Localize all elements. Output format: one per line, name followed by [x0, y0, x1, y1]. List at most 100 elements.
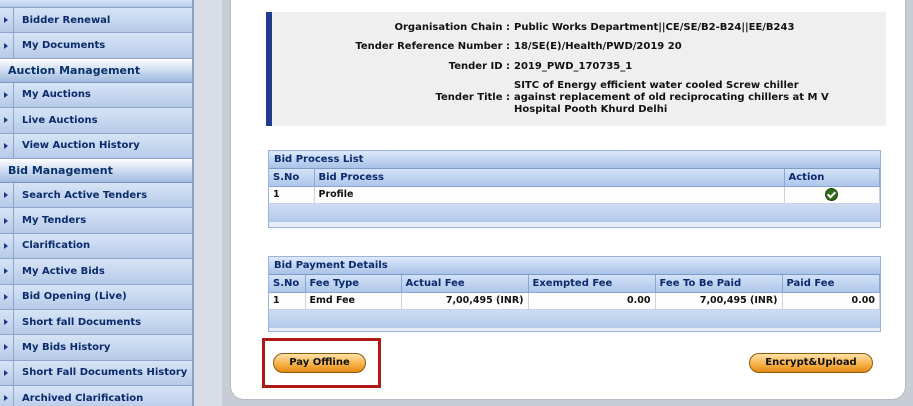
- sidebar-item-label: My Active Bids: [22, 265, 105, 277]
- cell-action: [784, 186, 880, 204]
- tender-title-row: Tender Title : SITC of Energy efficient …: [272, 80, 886, 116]
- sidebar-item-my-documents[interactable]: My Documents: [0, 33, 192, 59]
- bid-payment-details: Bid Payment Details S.No Fee Type Actual…: [268, 256, 881, 332]
- cell-actual-fee: 7,00,495 (INR): [401, 292, 529, 310]
- sidebar-item-my-active-bids[interactable]: My Active Bids: [0, 259, 192, 285]
- tender-id-row: Tender ID : 2019_PWD_170735_1: [272, 61, 886, 73]
- sidebar-divider: [13, 208, 14, 233]
- org-chain-value: Public Works Department||CE/SE/B2-B24||E…: [514, 22, 795, 33]
- bid-process-title: Bid Process List: [269, 151, 880, 169]
- arrow-icon: [4, 319, 8, 326]
- col-exempted-fee: Exempted Fee: [528, 275, 656, 293]
- arrow-icon: [4, 217, 8, 224]
- tender-info-box: Organisation Chain : Public Works Depart…: [266, 12, 886, 126]
- sidebar-item-label: Live Auctions: [22, 114, 98, 126]
- auction-management-header[interactable]: Auction Management: [0, 58, 192, 83]
- bid-process-list: Bid Process List S.No Bid Process Action…: [268, 150, 881, 228]
- check-circle-icon[interactable]: [825, 188, 839, 201]
- col-action: Action: [784, 169, 880, 187]
- sidebar-item-label: My Documents: [22, 40, 106, 52]
- tender-title-label: Tender Title :: [435, 92, 510, 103]
- cell-paid-fee: 0.00: [782, 292, 880, 310]
- table-header-row: S.No Fee Type Actual Fee Exempted Fee Fe…: [269, 275, 880, 293]
- org-chain-row: Organisation Chain : Public Works Depart…: [272, 22, 886, 34]
- sidebar-top-edge: [0, 0, 192, 8]
- arrow-icon: [4, 395, 8, 402]
- sidebar-divider: [13, 335, 14, 360]
- content-panel: Organisation Chain : Public Works Depart…: [230, 0, 906, 400]
- cell-exempted-fee: 0.00: [528, 292, 656, 310]
- col-sno: S.No: [269, 169, 315, 187]
- sidebar-divider: [13, 233, 14, 259]
- bid-payment-table: S.No Fee Type Actual Fee Exempted Fee Fe…: [269, 275, 880, 310]
- sidebar-divider: [13, 133, 14, 158]
- sidebar-divider: [13, 284, 14, 309]
- tender-id-label: Tender ID :: [448, 61, 510, 72]
- sidebar-item-label: Archived Clarification: [22, 392, 144, 404]
- arrow-icon: [4, 42, 8, 49]
- sidebar-item-live-auctions[interactable]: Live Auctions: [0, 108, 192, 134]
- cell-sno: 1: [269, 292, 306, 310]
- sidebar-item-label: My Bids History: [22, 341, 111, 353]
- main-frame: Organisation Chain : Public Works Depart…: [222, 0, 913, 406]
- sidebar-item-bid-opening-live[interactable]: Bid Opening (Live): [0, 284, 192, 310]
- bid-management-header[interactable]: Bid Management: [0, 158, 192, 183]
- left-navigation: Bidder Renewal My Documents Auction Mana…: [0, 0, 194, 406]
- table-row: 1 Emd Fee 7,00,495 (INR) 0.00 7,00,495 (…: [269, 292, 880, 310]
- sidebar-item-label: Short fall Documents: [22, 316, 142, 328]
- sidebar-item-label: Clarification: [22, 240, 91, 252]
- col-fee-to-be-paid: Fee To Be Paid: [655, 275, 783, 293]
- table-header-row: S.No Bid Process Action: [269, 169, 880, 187]
- arrow-icon: [4, 117, 8, 124]
- sidebar-item-clarification[interactable]: Clarification: [0, 233, 192, 260]
- sidebar-item-label: My Tenders: [22, 215, 87, 227]
- sidebar-item-label: My Auctions: [22, 89, 91, 101]
- cell-fee-type: Emd Fee: [305, 292, 402, 310]
- bid-payment-title: Bid Payment Details: [269, 257, 880, 275]
- arrow-icon: [4, 17, 8, 24]
- sidebar-divider: [13, 82, 14, 108]
- sidebar-item-bidder-renewal[interactable]: Bidder Renewal: [0, 8, 192, 34]
- sidebar-divider: [13, 8, 14, 33]
- encrypt-upload-button[interactable]: Encrypt&Upload: [749, 353, 873, 373]
- table-row: 1 Profile: [269, 186, 880, 204]
- tender-ref-value: 18/SE(E)/Health/PWD/2019 20: [514, 41, 682, 52]
- sidebar-item-view-auction-history[interactable]: View Auction History: [0, 133, 192, 159]
- table-footer: [269, 203, 880, 222]
- arrow-icon: [4, 91, 8, 98]
- sidebar-divider: [13, 259, 14, 284]
- org-chain-label: Organisation Chain :: [394, 22, 511, 33]
- col-paid-fee: Paid Fee: [782, 275, 880, 293]
- sidebar-divider: [13, 309, 14, 335]
- sidebar-item-label: Bid Opening (Live): [22, 291, 127, 303]
- col-bid-process: Bid Process: [314, 169, 785, 187]
- sidebar-item-short-fall-documents-history[interactable]: Short Fall Documents History: [0, 360, 192, 387]
- sidebar-item-my-bids-history[interactable]: My Bids History: [0, 335, 192, 361]
- sidebar-divider: [13, 33, 14, 58]
- sidebar-item-my-auctions[interactable]: My Auctions: [0, 82, 192, 109]
- sidebar-divider: [13, 386, 14, 406]
- sidebar-item-label: View Auction History: [22, 140, 140, 152]
- tender-id-value: 2019_PWD_170735_1: [514, 61, 633, 72]
- arrow-icon: [4, 192, 8, 199]
- sidebar-item-my-tenders[interactable]: My Tenders: [0, 208, 192, 234]
- sidebar-item-search-active-tenders[interactable]: Search Active Tenders: [0, 182, 192, 209]
- sidebar-item-short-fall-documents[interactable]: Short fall Documents: [0, 309, 192, 336]
- cell-bid-process: Profile: [314, 186, 785, 204]
- cell-fee-to-be-paid: 7,00,495 (INR): [655, 292, 783, 310]
- tender-ref-label: Tender Reference Number :: [355, 41, 510, 52]
- arrow-icon: [4, 242, 8, 249]
- col-sno: S.No: [269, 275, 306, 293]
- tender-title-value: SITC of Energy efficient water cooled Sc…: [514, 80, 829, 115]
- sidebar-item-label: Bidder Renewal: [22, 14, 111, 26]
- bid-process-table: S.No Bid Process Action 1 Profile: [269, 169, 880, 204]
- sidebar-divider: [13, 182, 14, 208]
- arrow-icon: [4, 293, 8, 300]
- pay-offline-button[interactable]: Pay Offline: [273, 353, 366, 373]
- sidebar-item-archived-clarification[interactable]: Archived Clarification: [0, 386, 192, 406]
- arrow-icon: [4, 369, 8, 376]
- arrow-icon: [4, 142, 8, 149]
- sidebar-item-label: Short Fall Documents History: [22, 367, 188, 379]
- table-footer: [269, 309, 880, 328]
- col-fee-type: Fee Type: [305, 275, 402, 293]
